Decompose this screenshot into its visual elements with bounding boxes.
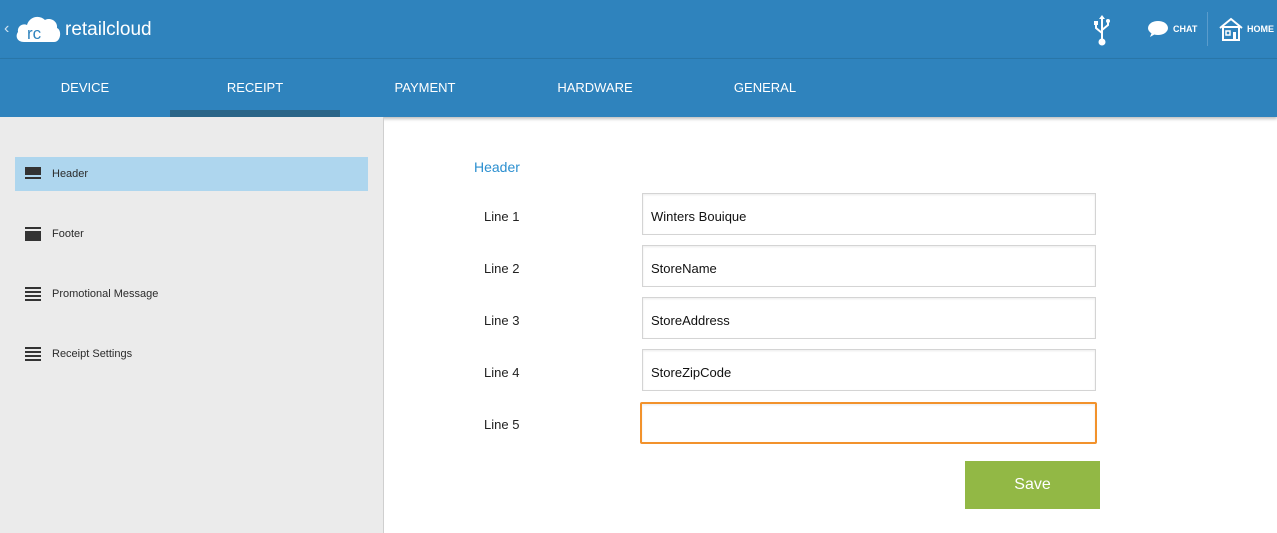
line-4-label: Line 4 — [484, 365, 520, 380]
line-5-label: Line 5 — [484, 417, 520, 432]
line-2-input[interactable] — [642, 245, 1096, 287]
line-1-label: Line 1 — [484, 209, 520, 224]
chat-icon — [1148, 21, 1168, 37]
line-3-input[interactable] — [642, 297, 1096, 339]
header-divider — [1207, 12, 1208, 46]
section-title: Header — [474, 159, 520, 175]
line-2-label: Line 2 — [484, 261, 520, 276]
home-button[interactable]: HOME — [1218, 16, 1274, 42]
chat-button[interactable]: CHAT — [1147, 18, 1197, 40]
save-button[interactable]: Save — [965, 461, 1100, 509]
tab-hardware[interactable]: HARDWARE — [510, 59, 680, 117]
sidebar-item-label: Footer — [52, 228, 84, 240]
line-1-input[interactable] — [642, 193, 1096, 235]
brand-name: retailcloud — [65, 19, 152, 40]
usb-icon[interactable] — [1092, 13, 1112, 47]
header-list-icon — [25, 167, 41, 179]
line-4-input[interactable] — [642, 349, 1096, 391]
app-bar: ‹ rc retailcloud CHAT HOME — [0, 0, 1277, 59]
sidebar-item-label: Receipt Settings — [52, 348, 133, 360]
home-icon — [1219, 17, 1243, 41]
sidebar-item-header[interactable]: Header — [15, 157, 368, 191]
footer-list-icon — [25, 227, 41, 241]
logo-text: rc — [27, 24, 42, 43]
list-icon — [25, 287, 41, 301]
home-label: HOME — [1247, 24, 1274, 34]
line-5-input[interactable] — [640, 402, 1097, 444]
line-3-label: Line 3 — [484, 313, 520, 328]
tab-payment[interactable]: PAYMENT — [340, 59, 510, 117]
receipt-sidebar: Header Footer Promotional Message Receip… — [0, 117, 384, 533]
settings-tab-bar: DEVICE RECEIPT PAYMENT HARDWARE GENERAL — [0, 59, 1277, 117]
sidebar-item-label: Header — [52, 168, 89, 180]
retailcloud-logo: rc — [16, 16, 61, 43]
tab-general[interactable]: GENERAL — [680, 59, 850, 117]
sidebar-item-promotional-message[interactable]: Promotional Message — [15, 277, 368, 311]
sidebar-item-footer[interactable]: Footer — [15, 217, 368, 251]
tab-device[interactable]: DEVICE — [0, 59, 170, 117]
sidebar-item-label: Promotional Message — [52, 288, 159, 300]
tab-receipt[interactable]: RECEIPT — [170, 59, 340, 117]
back-chevron-icon[interactable]: ‹ — [4, 20, 9, 38]
sidebar-item-receipt-settings[interactable]: Receipt Settings — [15, 337, 368, 371]
list-icon — [25, 347, 41, 361]
chat-label: CHAT — [1173, 24, 1198, 34]
header-form: Header Line 1 Line 2 Line 3 Line 4 Line … — [385, 117, 1277, 533]
